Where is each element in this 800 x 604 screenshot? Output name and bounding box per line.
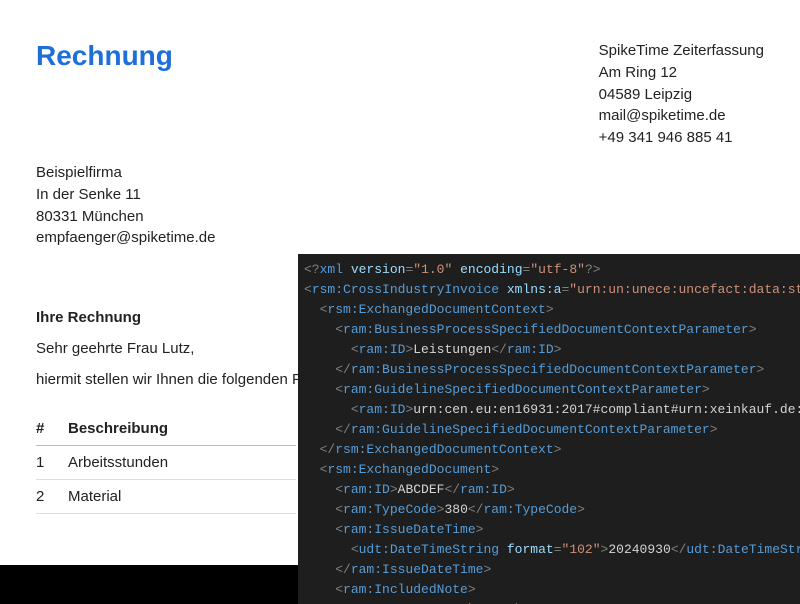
row-desc: Material bbox=[68, 480, 296, 514]
sender-email: mail@spiketime.de bbox=[599, 105, 764, 127]
xml-guideline-val: urn:cen.eu:en16931:2017#compliant#urn:xe… bbox=[413, 402, 800, 417]
xml-edc-close: rsm:ExchangedDocumentContext bbox=[335, 442, 553, 457]
xml-root-attr: xmlns:a bbox=[507, 282, 562, 297]
row-num: 2 bbox=[36, 480, 68, 514]
xml-dts-close-trunc: udt:DateTimeStri bbox=[686, 542, 800, 557]
line-items-table: # Beschreibung 1 Arbeitsstunden 2 Materi… bbox=[36, 412, 296, 514]
xml-root-attr-val: urn:un:unece:uncefact:data:sta bbox=[577, 282, 800, 297]
sender-name: SpikeTime Zeiterfassung bbox=[599, 40, 764, 62]
recipient-street: In der Senke 11 bbox=[36, 184, 764, 206]
xml-typecode-open: ram:TypeCode bbox=[343, 502, 437, 517]
sender-address-block: SpikeTime Zeiterfassung Am Ring 12 04589… bbox=[599, 40, 764, 149]
xml-root: rsm:CrossIndustryInvoice bbox=[312, 282, 499, 297]
xml-bpsdcp-close: ram:BusinessProcessSpecifiedDocumentCont… bbox=[351, 362, 757, 377]
xml-dts-format-val: 102 bbox=[569, 542, 592, 557]
xml-ram-id-close: ram:ID bbox=[507, 342, 554, 357]
xml-issuedt-close: ram:IssueDateTime bbox=[351, 562, 484, 577]
row-num: 1 bbox=[36, 446, 68, 480]
xml-typecode-close: ram:TypeCode bbox=[483, 502, 577, 517]
col-header-desc: Beschreibung bbox=[68, 412, 296, 446]
xml-doc-id-close: ram:ID bbox=[460, 482, 507, 497]
xml-bpsdcp-open: ram:BusinessProcessSpecifiedDocumentCont… bbox=[343, 322, 749, 337]
recipient-name: Beispielfirma bbox=[36, 162, 764, 184]
xml-gsdcp-open: ram:GuidelineSpecifiedDocumentContextPar… bbox=[343, 382, 702, 397]
xml-doc-id-val: ABCDEF bbox=[398, 482, 445, 497]
table-row: 2 Material bbox=[36, 480, 296, 514]
xml-gsdcp-close: ram:GuidelineSpecifiedDocumentContextPar… bbox=[351, 422, 710, 437]
sender-city: 04589 Leipzig bbox=[599, 84, 764, 106]
recipient-email: empfaenger@spiketime.de bbox=[36, 227, 764, 249]
recipient-address-block: Beispielfirma In der Senke 11 80331 Münc… bbox=[36, 162, 764, 249]
xml-ed-open: rsm:ExchangedDocument bbox=[327, 462, 491, 477]
col-header-num: # bbox=[36, 412, 68, 446]
xml-dts-open: udt:DateTimeString bbox=[359, 542, 499, 557]
xml-issuedt-open: ram:IssueDateTime bbox=[343, 522, 476, 537]
xml-code-panel: <?xml version="1.0" encoding="utf-8"?> <… bbox=[298, 254, 800, 604]
xml-guideline-id-open: ram:ID bbox=[359, 402, 406, 417]
row-desc: Arbeitsstunden bbox=[68, 446, 296, 480]
xml-decl-encoding: utf-8 bbox=[538, 262, 577, 277]
sender-street: Am Ring 12 bbox=[599, 62, 764, 84]
xml-decl-version: 1.0 bbox=[421, 262, 444, 277]
xml-incnote-open: ram:IncludedNote bbox=[343, 582, 468, 597]
xml-ram-id-open: ram:ID bbox=[359, 342, 406, 357]
xml-doc-id-open: ram:ID bbox=[343, 482, 390, 497]
xml-dts-format-attr: format bbox=[507, 542, 554, 557]
xml-edc-open: rsm:ExchangedDocumentContext bbox=[327, 302, 545, 317]
table-row: 1 Arbeitsstunden bbox=[36, 446, 296, 480]
xml-typecode-val: 380 bbox=[444, 502, 467, 517]
xml-dts-val: 20240930 bbox=[608, 542, 670, 557]
xml-bp-id-val: Leistungen bbox=[413, 342, 491, 357]
sender-phone: +49 341 946 885 41 bbox=[599, 127, 764, 149]
recipient-city: 80331 München bbox=[36, 206, 764, 228]
